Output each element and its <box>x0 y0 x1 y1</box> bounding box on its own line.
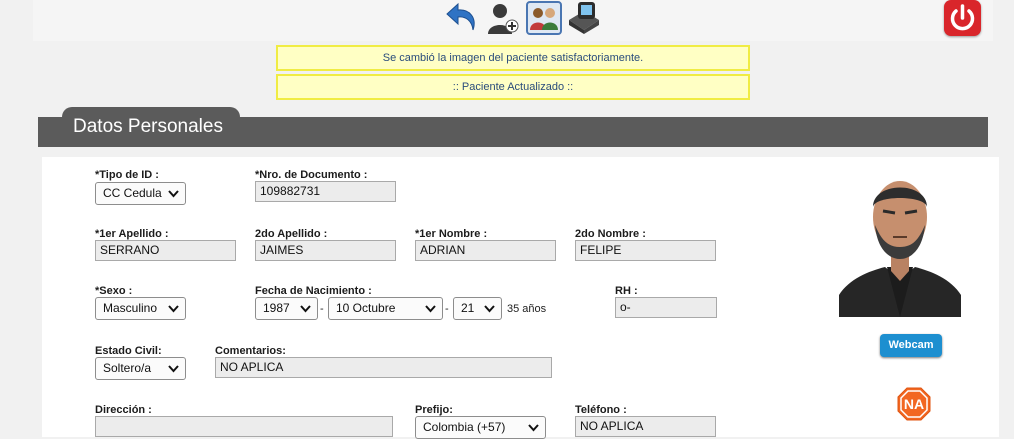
second-name-input[interactable]: FELIPE <box>575 240 716 261</box>
comments-input[interactable]: NO APLICA <box>215 357 552 378</box>
birth-year-select[interactable]: 1987 <box>255 297 318 320</box>
chevron-down-icon <box>528 424 539 432</box>
id-type-select[interactable]: CC Cedula <box>95 182 186 205</box>
power-icon <box>950 4 975 31</box>
marital-status-label: Estado Civil: <box>95 345 162 357</box>
webcam-button[interactable]: Webcam <box>880 334 942 357</box>
address-input[interactable] <box>95 416 393 437</box>
chevron-down-icon <box>168 365 179 373</box>
id-type-label: *Tipo de ID : <box>95 169 159 181</box>
patient-photo <box>839 167 961 317</box>
age-text: 35 años <box>507 303 547 315</box>
chevron-down-icon <box>300 305 311 313</box>
phone-prefix-value: Colombia (+57) <box>423 420 506 434</box>
first-surname-label: *1er Apellido : <box>95 228 169 240</box>
comments-label: Comentarios: <box>215 345 286 357</box>
birth-year-value: 1987 <box>263 301 290 315</box>
blood-type-label: RH : <box>615 285 638 297</box>
sex-select[interactable]: Masculino <box>95 297 186 320</box>
document-number-label: *Nro. de Documento : <box>255 169 368 181</box>
chevron-down-icon <box>425 305 436 313</box>
birth-date-label: Fecha de Nacimiento : <box>255 285 372 297</box>
date-separator: - <box>445 303 449 315</box>
phone-input[interactable]: NO APLICA <box>575 416 716 437</box>
na-badge[interactable]: NA <box>897 387 931 421</box>
na-badge-text: NA <box>904 396 924 412</box>
chevron-down-icon <box>168 190 179 198</box>
id-type-value: CC Cedula <box>103 186 162 200</box>
marital-status-value: Soltero/a <box>103 361 152 375</box>
date-separator: - <box>320 303 324 315</box>
back-arrow-icon[interactable] <box>444 0 480 36</box>
address-label: Dirección : <box>95 404 152 416</box>
sync-icon[interactable] <box>566 0 602 36</box>
phone-label: Teléfono : <box>575 404 627 416</box>
birth-month-select[interactable]: 10 Octubre <box>328 297 443 320</box>
document-number-input[interactable]: 109882731 <box>255 181 396 202</box>
birth-day-select[interactable]: 21 <box>453 297 502 320</box>
blood-type-input[interactable]: o- <box>615 297 717 318</box>
section-title: Datos Personales <box>73 116 223 137</box>
first-name-label: *1er Nombre : <box>415 228 488 240</box>
second-name-label: 2do Nombre : <box>575 228 646 240</box>
phone-prefix-select[interactable]: Colombia (+57) <box>415 416 546 439</box>
second-surname-label: 2do Apellido : <box>255 228 328 240</box>
add-user-icon[interactable] <box>486 0 522 36</box>
first-name-input[interactable]: ADRIAN <box>415 240 556 261</box>
image-changed-message: Se cambió la imagen del paciente satisfa… <box>276 45 750 71</box>
sex-label: *Sexo : <box>95 285 133 297</box>
chevron-down-icon <box>484 305 495 313</box>
birth-day-value: 21 <box>461 301 475 315</box>
marital-status-select[interactable]: Soltero/a <box>95 357 186 380</box>
birth-month-value: 10 Octubre <box>336 301 396 315</box>
sex-value: Masculino <box>103 301 158 315</box>
phone-prefix-label: Prefijo: <box>415 404 453 416</box>
first-surname-input[interactable]: SERRANO <box>95 240 236 261</box>
second-surname-input[interactable]: JAIMES <box>255 240 396 261</box>
patients-icon[interactable] <box>526 0 562 36</box>
patient-updated-message: :: Paciente Actualizado :: <box>276 74 750 100</box>
power-button[interactable] <box>944 0 981 36</box>
na-badge-icon: NA <box>897 387 931 421</box>
chevron-down-icon <box>168 305 179 313</box>
